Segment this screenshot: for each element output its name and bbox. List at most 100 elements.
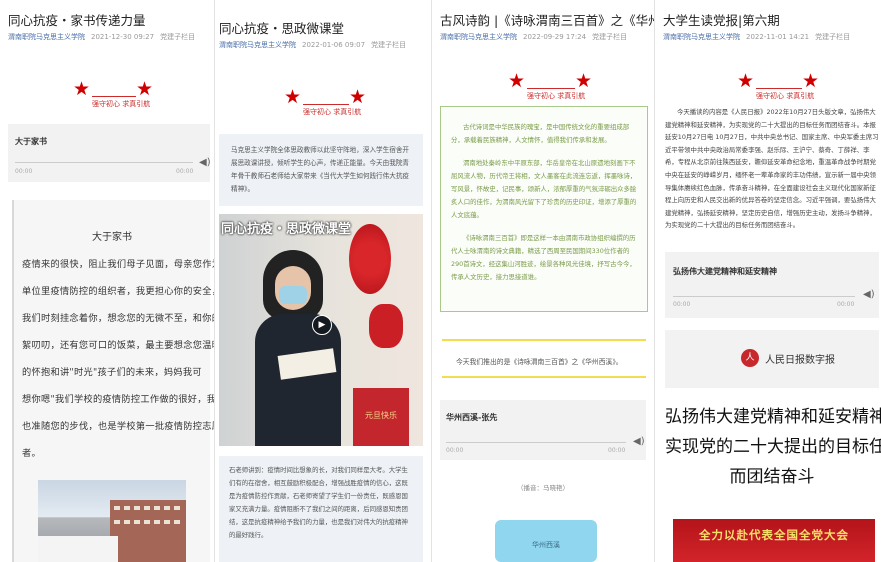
slogan-banner: ★ 强守初心 求真引航 ★ bbox=[0, 80, 214, 128]
audio-progress-track[interactable] bbox=[15, 162, 193, 163]
article-source[interactable]: 渭南职院马克思主义学院 bbox=[440, 33, 517, 41]
speaker-icon[interactable]: ◀) bbox=[199, 157, 211, 168]
letter-line: 我们时刻挂念着你，想念您的无微不至，和你的絮 bbox=[22, 313, 214, 324]
star-icon: ★ bbox=[349, 86, 367, 108]
letter-body: 疫情来的很快，阻止我们母子见面，母亲您作为 单位里疫情防控的组织者，我更担心你的安… bbox=[22, 251, 214, 467]
speaker-icon[interactable]: ◀) bbox=[633, 436, 645, 447]
slogan-text: 强守初心 求真引航 bbox=[756, 92, 815, 100]
red-decoration bbox=[369, 304, 403, 348]
video-player[interactable]: 同心抗疫・思政微课堂 ▶ 元旦快乐 bbox=[219, 214, 423, 446]
divider bbox=[527, 88, 575, 89]
poem-card[interactable]: 华州西溪 bbox=[495, 520, 597, 562]
slogan-text: 强守初心 求真引航 bbox=[92, 100, 151, 108]
divider bbox=[92, 96, 136, 97]
red-slogan-banner: 全力以赴代表全国全党大会 bbox=[673, 519, 875, 562]
article-meta: 渭南职院马克思主义学院 2022-09-29 17:24 党建子栏目 bbox=[440, 32, 654, 42]
yellow-rule bbox=[442, 339, 646, 341]
article-source[interactable]: 渭南职院马克思主义学院 bbox=[8, 33, 85, 41]
slogan-banner: ★ 强守初心 求真引航 ★ bbox=[215, 88, 431, 136]
audio-time-end: 00:00 bbox=[837, 301, 855, 308]
intro-paragraph: 《诗咏渭南三百首》即是这样一本由渭南市政协组织编撰的历代人士咏渭南的诗文典籍，精… bbox=[451, 234, 636, 281]
audio-player[interactable]: 华州西溪-张先 00:00 00:00 ◀) bbox=[440, 400, 646, 460]
intro-paragraph: 古代诗词是中华民族的瑰宝，是中国传统文化的重要组成部分，承载着民族精神，人文情怀… bbox=[451, 123, 630, 144]
article-date: 2022-01-06 09:07 bbox=[302, 41, 366, 49]
slogan-text: 强守初心 求真引航 bbox=[527, 92, 586, 100]
star-icon: ★ bbox=[508, 70, 526, 92]
article-title[interactable]: 古风诗韵 |《诗咏渭南三百首》之《华州西溪》 bbox=[440, 12, 654, 29]
letter-line: 想你嗯"我们学校的疫情防控工作做的很好，我 bbox=[22, 394, 214, 405]
article-author: 党建子栏目 bbox=[592, 33, 628, 41]
audio-time-end: 00:00 bbox=[176, 168, 194, 175]
headline: 弘扬伟大建党精神和延安精神为 实现党的二十大提出的目标任务 而团结奋斗 bbox=[665, 402, 881, 492]
article-title[interactable]: 同心抗疫・家书传递力量 bbox=[8, 12, 214, 29]
play-icon[interactable]: ▶ bbox=[312, 315, 332, 335]
audio-player[interactable]: 大于家书 00:00 00:00 ◀) bbox=[8, 124, 211, 182]
article-title[interactable]: 同心抗疫・思政微课堂 bbox=[219, 20, 431, 37]
article-column-1: 同心抗疫・家书传递力量 渭南职院马克思主义学院 2021-12-30 09:27 党… bbox=[0, 0, 214, 562]
summary-text: 石老师讲到：疫情时间比想象的长，对我们同样是大考。大学生们有的在宿舍，相互鼓励积… bbox=[229, 466, 408, 539]
letter-line: 单位里疫情防控的组织者，我更担心你的安全， bbox=[22, 286, 214, 297]
article-source[interactable]: 渭南职院马克思主义学院 bbox=[663, 33, 740, 41]
article-author: 党建子栏目 bbox=[160, 33, 196, 41]
letter-line: 疫情来的很快，阻止我们母子见面，母亲您作为 bbox=[22, 259, 214, 270]
red-banner-text: 全力以赴代表全国全党大会 bbox=[699, 528, 849, 542]
red-decoration bbox=[349, 224, 391, 294]
article-column-2: 同心抗疫・思政微课堂 渭南职院马克思主义学院 2022-01-06 09:07 党建… bbox=[215, 0, 431, 562]
letter-line: 也准随您的步伐，也是学校第一批疫情防控志愿 bbox=[22, 421, 214, 432]
star-icon: ★ bbox=[737, 70, 755, 92]
article-date: 2021-12-30 09:27 bbox=[91, 33, 155, 41]
letter-line: 絮叨叨，还有您可口的饭菜，最主要想念您温暖 bbox=[22, 340, 214, 351]
summary-box: 石老师讲到：疫情时间比想象的长，对我们同样是大考。大学生们有的在宿舍，相互鼓励积… bbox=[219, 456, 423, 562]
star-icon: ★ bbox=[73, 78, 91, 100]
letter-line: 者。 bbox=[22, 448, 41, 459]
speaker-icon[interactable]: ◀) bbox=[863, 289, 875, 300]
article-body: 今天播读的内容是《人民日报》2022年10月27日头版文章，弘扬伟大建党精神和延… bbox=[665, 108, 879, 230]
audio-time-start: 00:00 bbox=[15, 168, 33, 175]
paper-name: 人民日报数字报 bbox=[765, 355, 835, 366]
audio-progress-track[interactable] bbox=[446, 442, 626, 443]
headline-line: 弘扬伟大建党精神和延安精神为 bbox=[665, 407, 881, 427]
video-caption: 同心抗疫・思政微课堂 bbox=[221, 222, 352, 237]
poster: 元旦快乐 bbox=[353, 388, 409, 446]
audio-note: （播音：马晓艳） bbox=[517, 484, 569, 492]
poster-text: 元旦快乐 bbox=[365, 411, 397, 420]
article-column-3: 古风诗韵 |《诗咏渭南三百首》之《华州西溪》 渭南职院马克思主义学院 2022-0… bbox=[432, 0, 654, 562]
intro-box: 马克思主义学院全体思政教师以此坚守阵地，深入学生宿舍开展思政课讲授，倾听学生的心… bbox=[219, 134, 423, 206]
poem-intro-box: 古代诗词是中华民族的瑰宝，是中国传统文化的重要组成部分，承载着民族精神，人文情怀… bbox=[440, 106, 648, 312]
audio-time-end: 00:00 bbox=[608, 447, 626, 454]
article-column-4: 大学生读党报|第六期 渭南职院马克思主义学院 2022-11-01 14:21 党建… bbox=[655, 0, 881, 562]
article-author: 党建子栏目 bbox=[815, 33, 851, 41]
intro-paragraph: 渭南地处秦岭东中平原东部，华岳皇帝在北山原遗地刻画下不屈风流人物，历代帝王将相，… bbox=[451, 159, 637, 219]
audio-title: 华州西溪-张先 bbox=[446, 413, 498, 422]
star-icon: ★ bbox=[802, 70, 820, 92]
paper-header[interactable]: 人 人民日报数字报 bbox=[665, 330, 879, 388]
audio-progress-track[interactable] bbox=[673, 296, 855, 297]
audio-time-start: 00:00 bbox=[673, 301, 691, 308]
headline-line: 而团结奋斗 bbox=[729, 467, 815, 487]
audio-title: 弘扬伟大建党精神和延安精神 bbox=[673, 267, 777, 276]
yellow-rule bbox=[442, 376, 646, 378]
divider bbox=[303, 104, 349, 105]
star-icon: ★ bbox=[284, 86, 302, 108]
article-author: 党建子栏目 bbox=[371, 41, 407, 49]
divider bbox=[756, 88, 802, 89]
slogan-text: 强守初心 求真引航 bbox=[303, 108, 362, 116]
star-icon: ★ bbox=[575, 70, 593, 92]
audio-title: 大于家书 bbox=[15, 137, 47, 146]
read-line: 今天我们推出的是《诗咏渭南三百首》之《华州西溪》。 bbox=[456, 358, 623, 366]
intro-text: 马克思主义学院全体思政教师以此坚守阵地，深入学生宿舍开展思政课讲授，倾听学生的心… bbox=[231, 146, 410, 193]
paper-logo-icon: 人 bbox=[741, 349, 759, 367]
headline-line: 实现党的二十大提出的目标任务 bbox=[665, 437, 881, 457]
letter-line: 的怀抱和讲"时光"孩子们的未来，妈妈我可 bbox=[22, 367, 202, 378]
article-source[interactable]: 渭南职院马克思主义学院 bbox=[219, 41, 296, 49]
poem-card-label: 华州西溪 bbox=[532, 541, 560, 549]
article-meta: 渭南职院马克思主义学院 2022-01-06 09:07 党建子栏目 bbox=[219, 40, 431, 50]
article-date: 2022-11-01 14:21 bbox=[746, 33, 810, 41]
article-title[interactable]: 大学生读党报|第六期 bbox=[663, 12, 881, 29]
article-meta: 渭南职院马克思主义学院 2022-11-01 14:21 党建子栏目 bbox=[663, 32, 881, 42]
audio-time-start: 00:00 bbox=[446, 447, 464, 454]
audio-player[interactable]: 弘扬伟大建党精神和延安精神 00:00 00:00 ◀) bbox=[665, 252, 879, 318]
article-meta: 渭南职院马克思主义学院 2021-12-30 09:27 党建子栏目 bbox=[8, 32, 214, 42]
star-icon: ★ bbox=[136, 78, 154, 100]
campus-photo bbox=[38, 480, 186, 562]
